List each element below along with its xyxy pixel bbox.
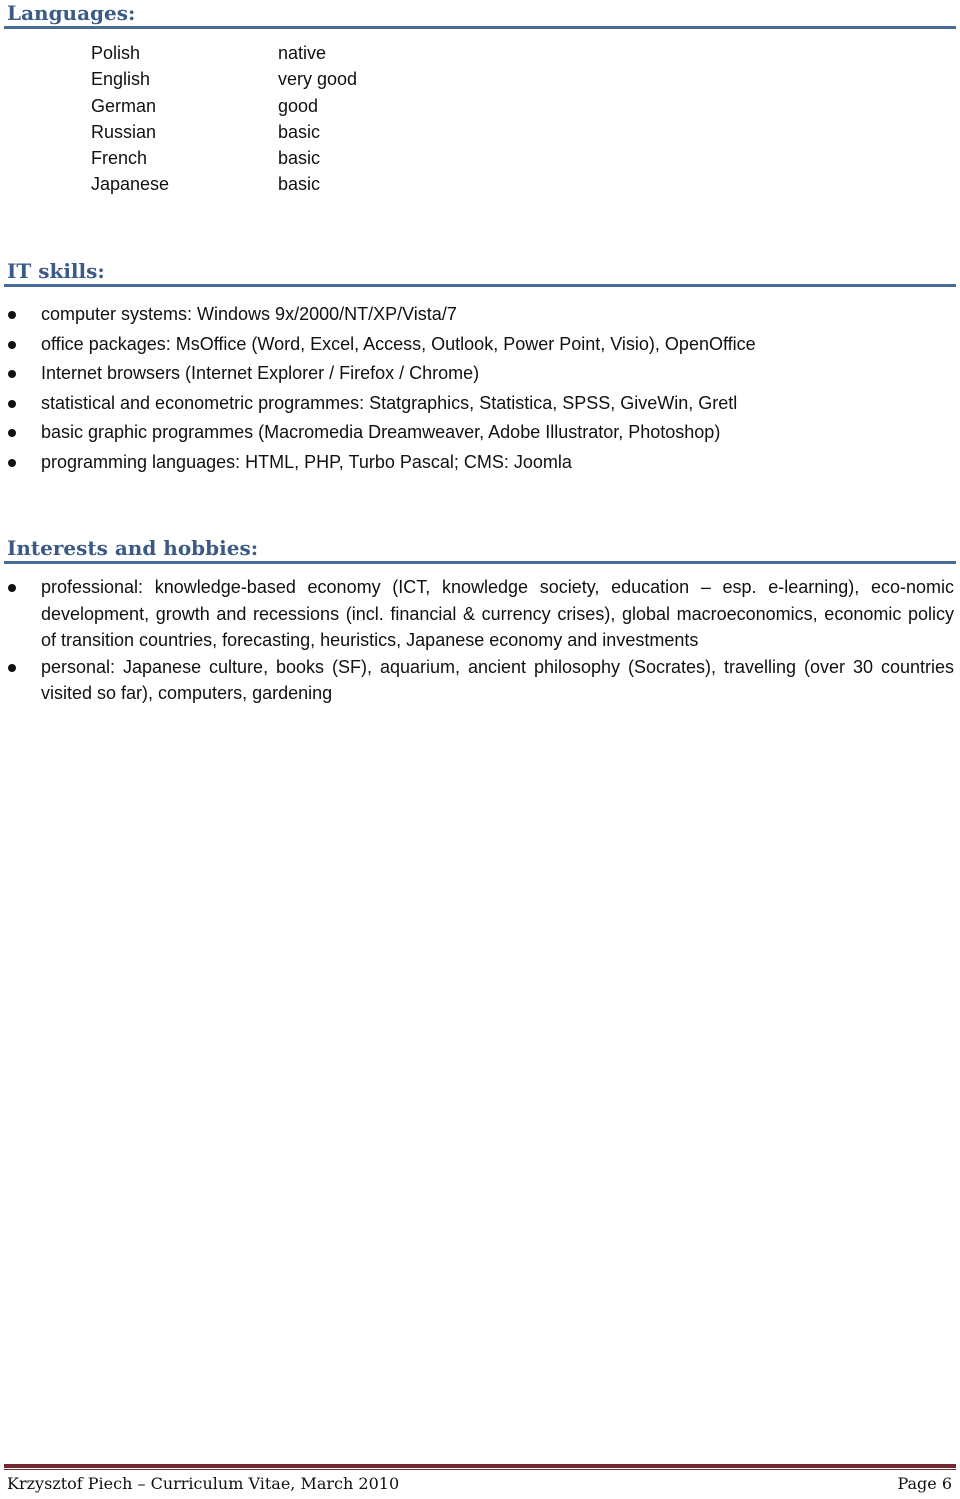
language-row: German good xyxy=(91,93,357,119)
bullet-icon xyxy=(8,663,16,672)
interests-heading: Interests and hobbies: xyxy=(4,535,956,564)
language-name: Japanese xyxy=(91,174,170,195)
page-number: Page 6 xyxy=(897,1474,952,1493)
bullet-icon xyxy=(8,311,16,319)
it-skills-heading: IT skills: xyxy=(4,258,956,287)
list-item: statistical and econometric programmes: … xyxy=(0,389,954,419)
list-item: office packages: MsOffice (Word, Excel, … xyxy=(0,330,954,360)
list-item-text: professional: knowledge-based economy (I… xyxy=(41,577,954,650)
list-item-text: basic graphic programmes (Macromedia Dre… xyxy=(41,422,721,442)
list-item: Internet browsers (Internet Explorer / F… xyxy=(0,359,954,389)
language-row: Polish native xyxy=(91,40,357,66)
language-name: Polish xyxy=(91,43,141,63)
bullet-icon xyxy=(8,458,16,467)
list-item-text: personal: Japanese culture, books (SF), … xyxy=(41,656,954,704)
languages-table: Polish native English very good German g… xyxy=(91,40,357,198)
footer-title: Krzysztof Piech – Curriculum Vitae, Marc… xyxy=(7,1474,400,1493)
list-item: basic graphic programmes (Macromedia Dre… xyxy=(0,418,954,448)
language-name: Russian xyxy=(91,121,157,142)
language-name: German xyxy=(91,95,157,116)
it-skills-list: computer systems: Windows 9x/2000/NT/XP/… xyxy=(0,300,954,477)
bullet-icon xyxy=(8,340,16,349)
list-item-text: programming languages: HTML, PHP, Turbo … xyxy=(41,451,572,472)
language-level: basic xyxy=(278,121,321,142)
bullet-icon xyxy=(8,429,16,437)
language-level: good xyxy=(278,95,319,116)
language-level: basic xyxy=(278,174,321,195)
language-level: very good xyxy=(278,69,358,90)
bullet-icon xyxy=(8,399,16,408)
language-row: Russian basic xyxy=(91,119,357,145)
language-row: English very good xyxy=(91,66,357,92)
list-item-text: computer systems: Windows 9x/2000/NT/XP/… xyxy=(41,304,457,324)
language-row: Japanese basic xyxy=(91,171,357,197)
list-item-text: statistical and econometric programmes: … xyxy=(41,392,738,413)
list-item: programming languages: HTML, PHP, Turbo … xyxy=(0,448,954,478)
languages-heading: Languages: xyxy=(4,0,956,29)
bullet-icon xyxy=(8,370,16,378)
footer-divider-thin xyxy=(4,1469,956,1470)
language-row: French basic xyxy=(91,145,357,171)
language-level: basic xyxy=(278,148,321,169)
language-level: native xyxy=(278,43,327,63)
list-item: professional: knowledge-based economy (I… xyxy=(0,574,954,654)
language-name: English xyxy=(91,69,151,90)
page-footer: Krzysztof Piech – Curriculum Vitae, Marc… xyxy=(7,1472,952,1496)
list-item: computer systems: Windows 9x/2000/NT/XP/… xyxy=(0,300,954,330)
list-item-text: Internet browsers (Internet Explorer / F… xyxy=(41,363,480,383)
list-item: personal: Japanese culture, books (SF), … xyxy=(0,654,954,707)
language-name: French xyxy=(91,148,148,169)
bullet-icon xyxy=(8,584,16,592)
footer-divider xyxy=(4,1464,956,1468)
interests-list: professional: knowledge-based economy (I… xyxy=(0,574,954,707)
list-item-text: office packages: MsOffice (Word, Excel, … xyxy=(41,333,756,354)
